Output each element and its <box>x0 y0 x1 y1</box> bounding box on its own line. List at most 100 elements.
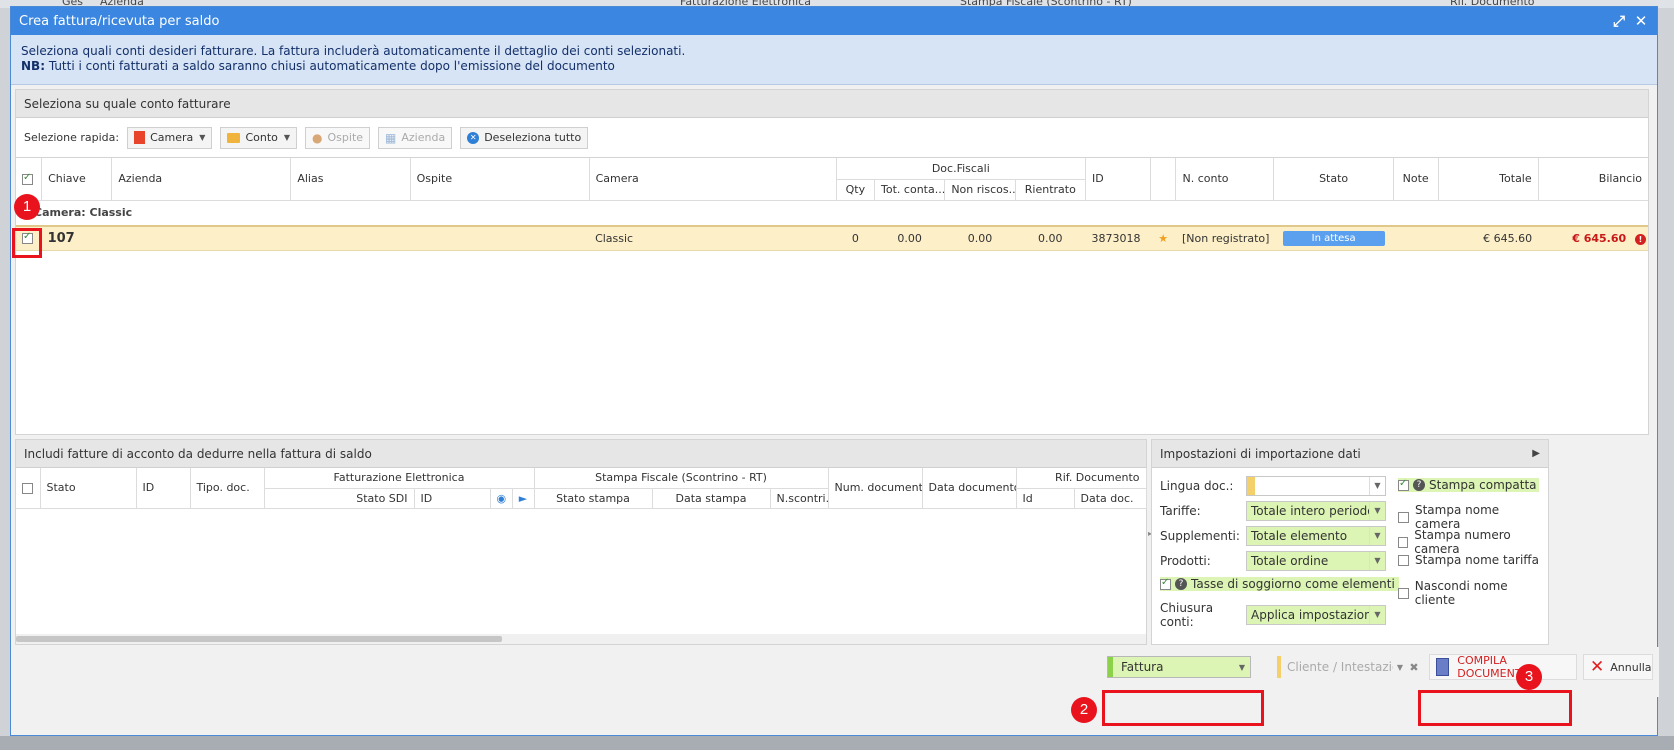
status-badge: In attesa <box>1282 230 1385 246</box>
tariffe-select[interactable]: Totale intero periodo ▼ <box>1246 501 1386 521</box>
deselect-all-label: Deseleziona tutto <box>484 131 582 144</box>
stampa-compatta-row[interactable]: ? Stampa compatta <box>1398 478 1539 492</box>
col-tot-conta[interactable]: Tot. conta... <box>874 179 946 201</box>
col-non-risc[interactable]: Non riscos.. <box>944 179 1016 201</box>
flag-icon[interactable]: ► <box>512 488 535 509</box>
star-icon[interactable]: ★ <box>1150 226 1176 251</box>
nascondi-nome-cliente-checkbox[interactable] <box>1398 587 1409 599</box>
col-qty[interactable]: Qty <box>836 179 876 201</box>
chiusura-select[interactable]: Applica impostazioni di ▼ <box>1246 605 1386 625</box>
dcol-stato-sdi[interactable]: Stato SDI <box>264 488 415 509</box>
dcol-id2[interactable]: ID <box>414 488 491 509</box>
eye-icon[interactable]: ◉ <box>490 488 513 509</box>
help-icon[interactable]: ? <box>1175 578 1187 590</box>
dcol-stato[interactable]: Stato <box>40 468 137 509</box>
conto-select-button[interactable]: Conto ▼ <box>220 126 298 149</box>
person-icon: ● <box>312 130 323 145</box>
deposits-section-title: Includi fatture di acconto da dedurre ne… <box>24 446 372 461</box>
row-ospite <box>410 226 590 251</box>
lingua-select[interactable]: ▼ <box>1246 476 1386 496</box>
select-all-checkbox[interactable] <box>22 172 33 185</box>
horizontal-scrollbar[interactable] <box>16 634 1146 644</box>
table-row[interactable]: 107 Classic 0 0.00 0.00 0.00 3873018 ★ [… <box>16 226 1648 251</box>
stampa-nome-camera-checkbox[interactable] <box>1398 511 1409 523</box>
cancel-button[interactable]: ✕ Annulla <box>1583 654 1653 680</box>
chevron-down-icon: ▼ <box>1369 527 1385 545</box>
scrollbar-thumb[interactable] <box>16 636 502 642</box>
close-icon[interactable]: ✕ <box>1633 13 1649 29</box>
tasse-checkbox[interactable] <box>1160 577 1171 590</box>
accounts-panel-header: Seleziona su quale conto fatturare <box>16 90 1648 118</box>
dcol-n-scontrini[interactable]: N.scontri... <box>770 488 829 509</box>
col-doc-fiscali: Doc.Fiscali <box>836 158 1086 180</box>
row-alias <box>290 226 411 251</box>
camera-select-button[interactable]: Camera ▼ <box>127 126 213 149</box>
col-alias[interactable]: Alias <box>290 158 411 201</box>
col-camera[interactable]: Camera <box>589 158 837 201</box>
stampa-nome-tariffa-checkbox[interactable] <box>1398 554 1409 566</box>
background-bottom <box>0 736 1674 750</box>
group-row[interactable]: Camera: Classic <box>16 200 1648 227</box>
col-chiave[interactable]: Chiave <box>41 158 113 201</box>
row-id: 3873018 <box>1085 226 1151 251</box>
row-stato: In attesa <box>1273 226 1394 251</box>
deposits-select-all[interactable] <box>16 468 41 509</box>
chiusura-value: Applica impostazioni di <box>1251 608 1369 622</box>
dcol-stato-stampa[interactable]: Stato stampa <box>534 488 653 509</box>
dcol-id[interactable]: ID <box>136 468 191 509</box>
deposits-panel-header: Includi fatture di acconto da dedurre ne… <box>16 440 1146 468</box>
help-icon[interactable]: ? <box>1413 479 1425 491</box>
nascondi-nome-cliente-row[interactable]: Nascondi nome cliente <box>1398 579 1548 607</box>
stampa-compatta-checkbox[interactable] <box>1398 478 1409 491</box>
doc-type-select[interactable]: Fattura ▼ <box>1107 656 1251 678</box>
cliente-select[interactable]: Cliente / Intestazio ▼ ✖ <box>1277 656 1421 678</box>
azienda-select-label: Azienda <box>401 131 446 144</box>
col-note[interactable]: Note <box>1393 158 1439 201</box>
prodotti-label: Prodotti: <box>1160 554 1211 568</box>
compile-document-button[interactable]: COMPILA DOCUMENTO <box>1429 654 1577 680</box>
prodotti-select[interactable]: Totale ordine ▼ <box>1246 551 1386 571</box>
maximize-icon[interactable]: ⤢ <box>1611 13 1627 29</box>
dcol-tipo-doc[interactable]: Tipo. doc. <box>190 468 265 509</box>
row-qty: 0 <box>836 226 875 251</box>
azienda-select-button[interactable]: ▦ Azienda <box>378 126 453 149</box>
col-totale[interactable]: Totale <box>1438 158 1539 201</box>
row-bilancio-cell: € 645.60 ! <box>1538 226 1648 251</box>
dcol-data-stampa[interactable]: Data stampa <box>652 488 771 509</box>
annotation-badge-1: 1 <box>14 194 40 220</box>
supplementi-select[interactable]: Totale elemento ▼ <box>1246 526 1386 546</box>
col-ospite[interactable]: Ospite <box>410 158 590 201</box>
stampa-compatta-label: Stampa compatta <box>1429 478 1537 492</box>
stampa-nome-tariffa-row[interactable]: Stampa nome tariffa <box>1398 553 1539 567</box>
ospite-select-button[interactable]: ● Ospite <box>305 126 371 149</box>
deposits-select-all-checkbox[interactable] <box>22 482 33 494</box>
stampa-numero-camera-row[interactable]: Stampa numero camera <box>1398 528 1548 556</box>
col-azienda[interactable]: Azienda <box>111 158 292 201</box>
dcol-rif-data[interactable]: Data doc. <box>1074 488 1147 509</box>
document-icon <box>1436 658 1450 676</box>
info-nb: NB: <box>21 59 45 73</box>
stampa-numero-camera-checkbox[interactable] <box>1398 536 1409 548</box>
clear-icon[interactable]: ✖ <box>1407 661 1421 674</box>
chevron-down-icon: ▼ <box>1369 477 1385 495</box>
col-bilancio[interactable]: Bilancio <box>1538 158 1648 201</box>
collapse-arrow-icon[interactable]: ▶ <box>1532 448 1540 459</box>
row-bilancio: € 645.60 <box>1572 231 1627 245</box>
accounts-section-title: Seleziona su quale conto fatturare <box>24 96 231 111</box>
dcol-rif-id[interactable]: Id <box>1016 488 1075 509</box>
tasse-checkbox-row[interactable]: ? Tasse di soggiorno come elementi <box>1160 577 1399 591</box>
col-rientrato[interactable]: Rientrato <box>1015 179 1086 201</box>
dcol-data-doc[interactable]: Data documento <box>922 468 1017 509</box>
row-chiave: 107 <box>41 226 112 251</box>
col-id[interactable]: ID <box>1085 158 1151 201</box>
row-n-conto: [Non registrato] <box>1175 226 1274 251</box>
col-n-conto[interactable]: N. conto <box>1175 158 1275 201</box>
chevron-down-icon: ▼ <box>1369 606 1385 624</box>
stampa-numero-camera-label: Stampa numero camera <box>1414 528 1511 556</box>
deselect-all-button[interactable]: ✕ Deseleziona tutto <box>460 126 589 149</box>
chiusura-label: Chiusura conti: <box>1160 601 1214 629</box>
annotation-box-1 <box>12 228 42 258</box>
col-stato[interactable]: Stato <box>1273 158 1394 201</box>
dcol-num-doc[interactable]: Num. documento <box>828 468 923 509</box>
stampa-nome-camera-row[interactable]: Stampa nome camera <box>1398 503 1548 531</box>
